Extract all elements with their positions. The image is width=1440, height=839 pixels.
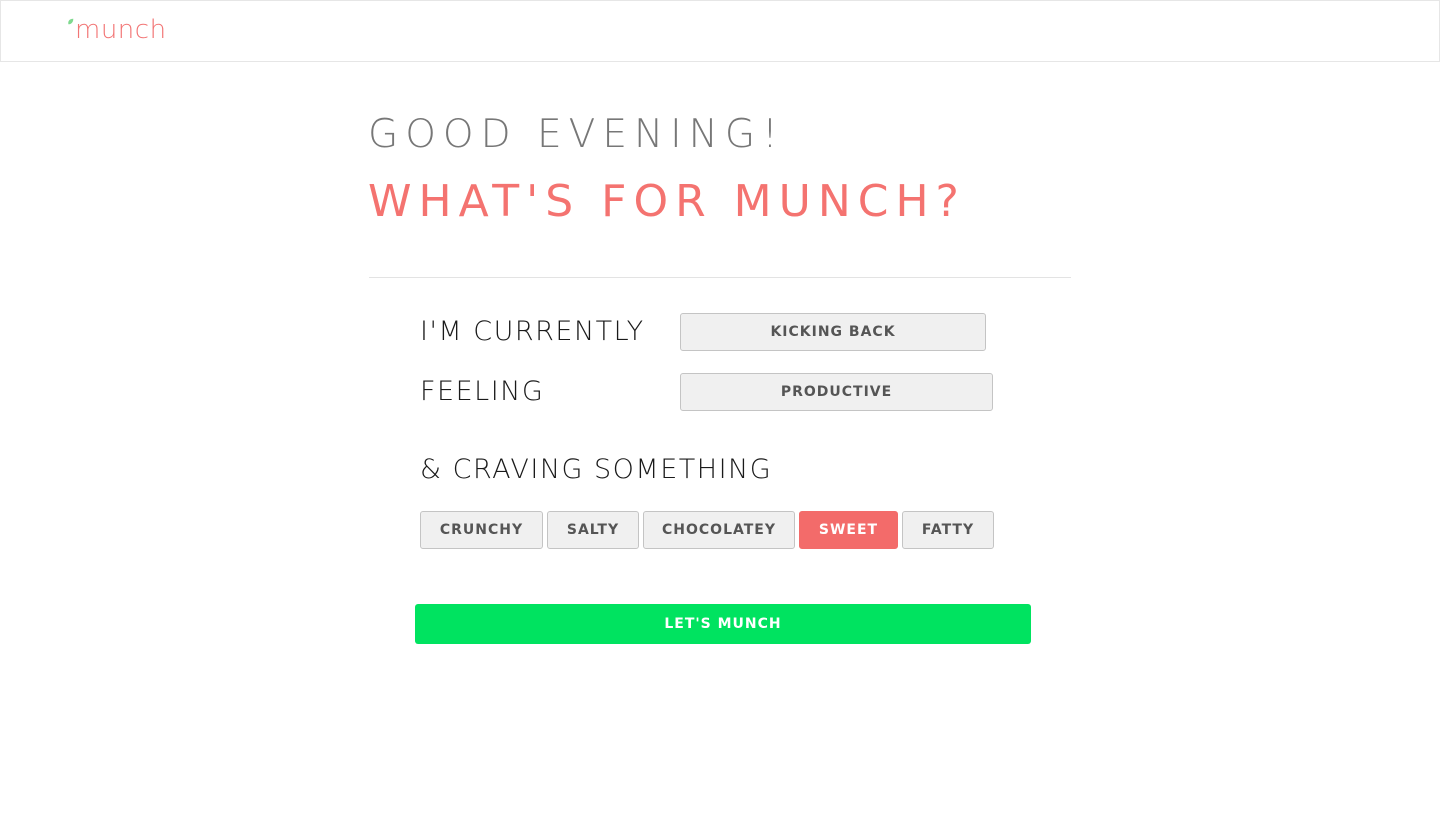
greeting-heading: GOOD EVENING! xyxy=(368,112,785,157)
craving-label: & CRAVING SOMETHING xyxy=(420,454,773,485)
logo-text: munch xyxy=(75,15,167,45)
page-title: WHAT'S FOR MUNCH? xyxy=(368,176,966,227)
currently-label: I'M CURRENTLY xyxy=(420,316,645,347)
activity-select-button[interactable]: KICKING BACK xyxy=(680,313,986,351)
craving-chip-sweet[interactable]: SWEET xyxy=(799,511,898,549)
leaf-icon xyxy=(68,18,74,25)
lets-munch-button[interactable]: LET'S MUNCH xyxy=(415,604,1031,644)
craving-chip-salty[interactable]: SALTY xyxy=(547,511,639,549)
craving-chip-fatty[interactable]: FATTY xyxy=(902,511,994,549)
craving-chip-crunchy[interactable]: CRUNCHY xyxy=(420,511,543,549)
feeling-label: FEELING xyxy=(420,376,545,407)
feeling-select-button[interactable]: PRODUCTIVE xyxy=(680,373,993,411)
navbar: munch xyxy=(0,0,1440,62)
craving-chip-chocolatey[interactable]: CHOCOLATEY xyxy=(643,511,795,549)
munch-logo[interactable]: munch xyxy=(67,15,167,45)
divider xyxy=(369,277,1071,278)
